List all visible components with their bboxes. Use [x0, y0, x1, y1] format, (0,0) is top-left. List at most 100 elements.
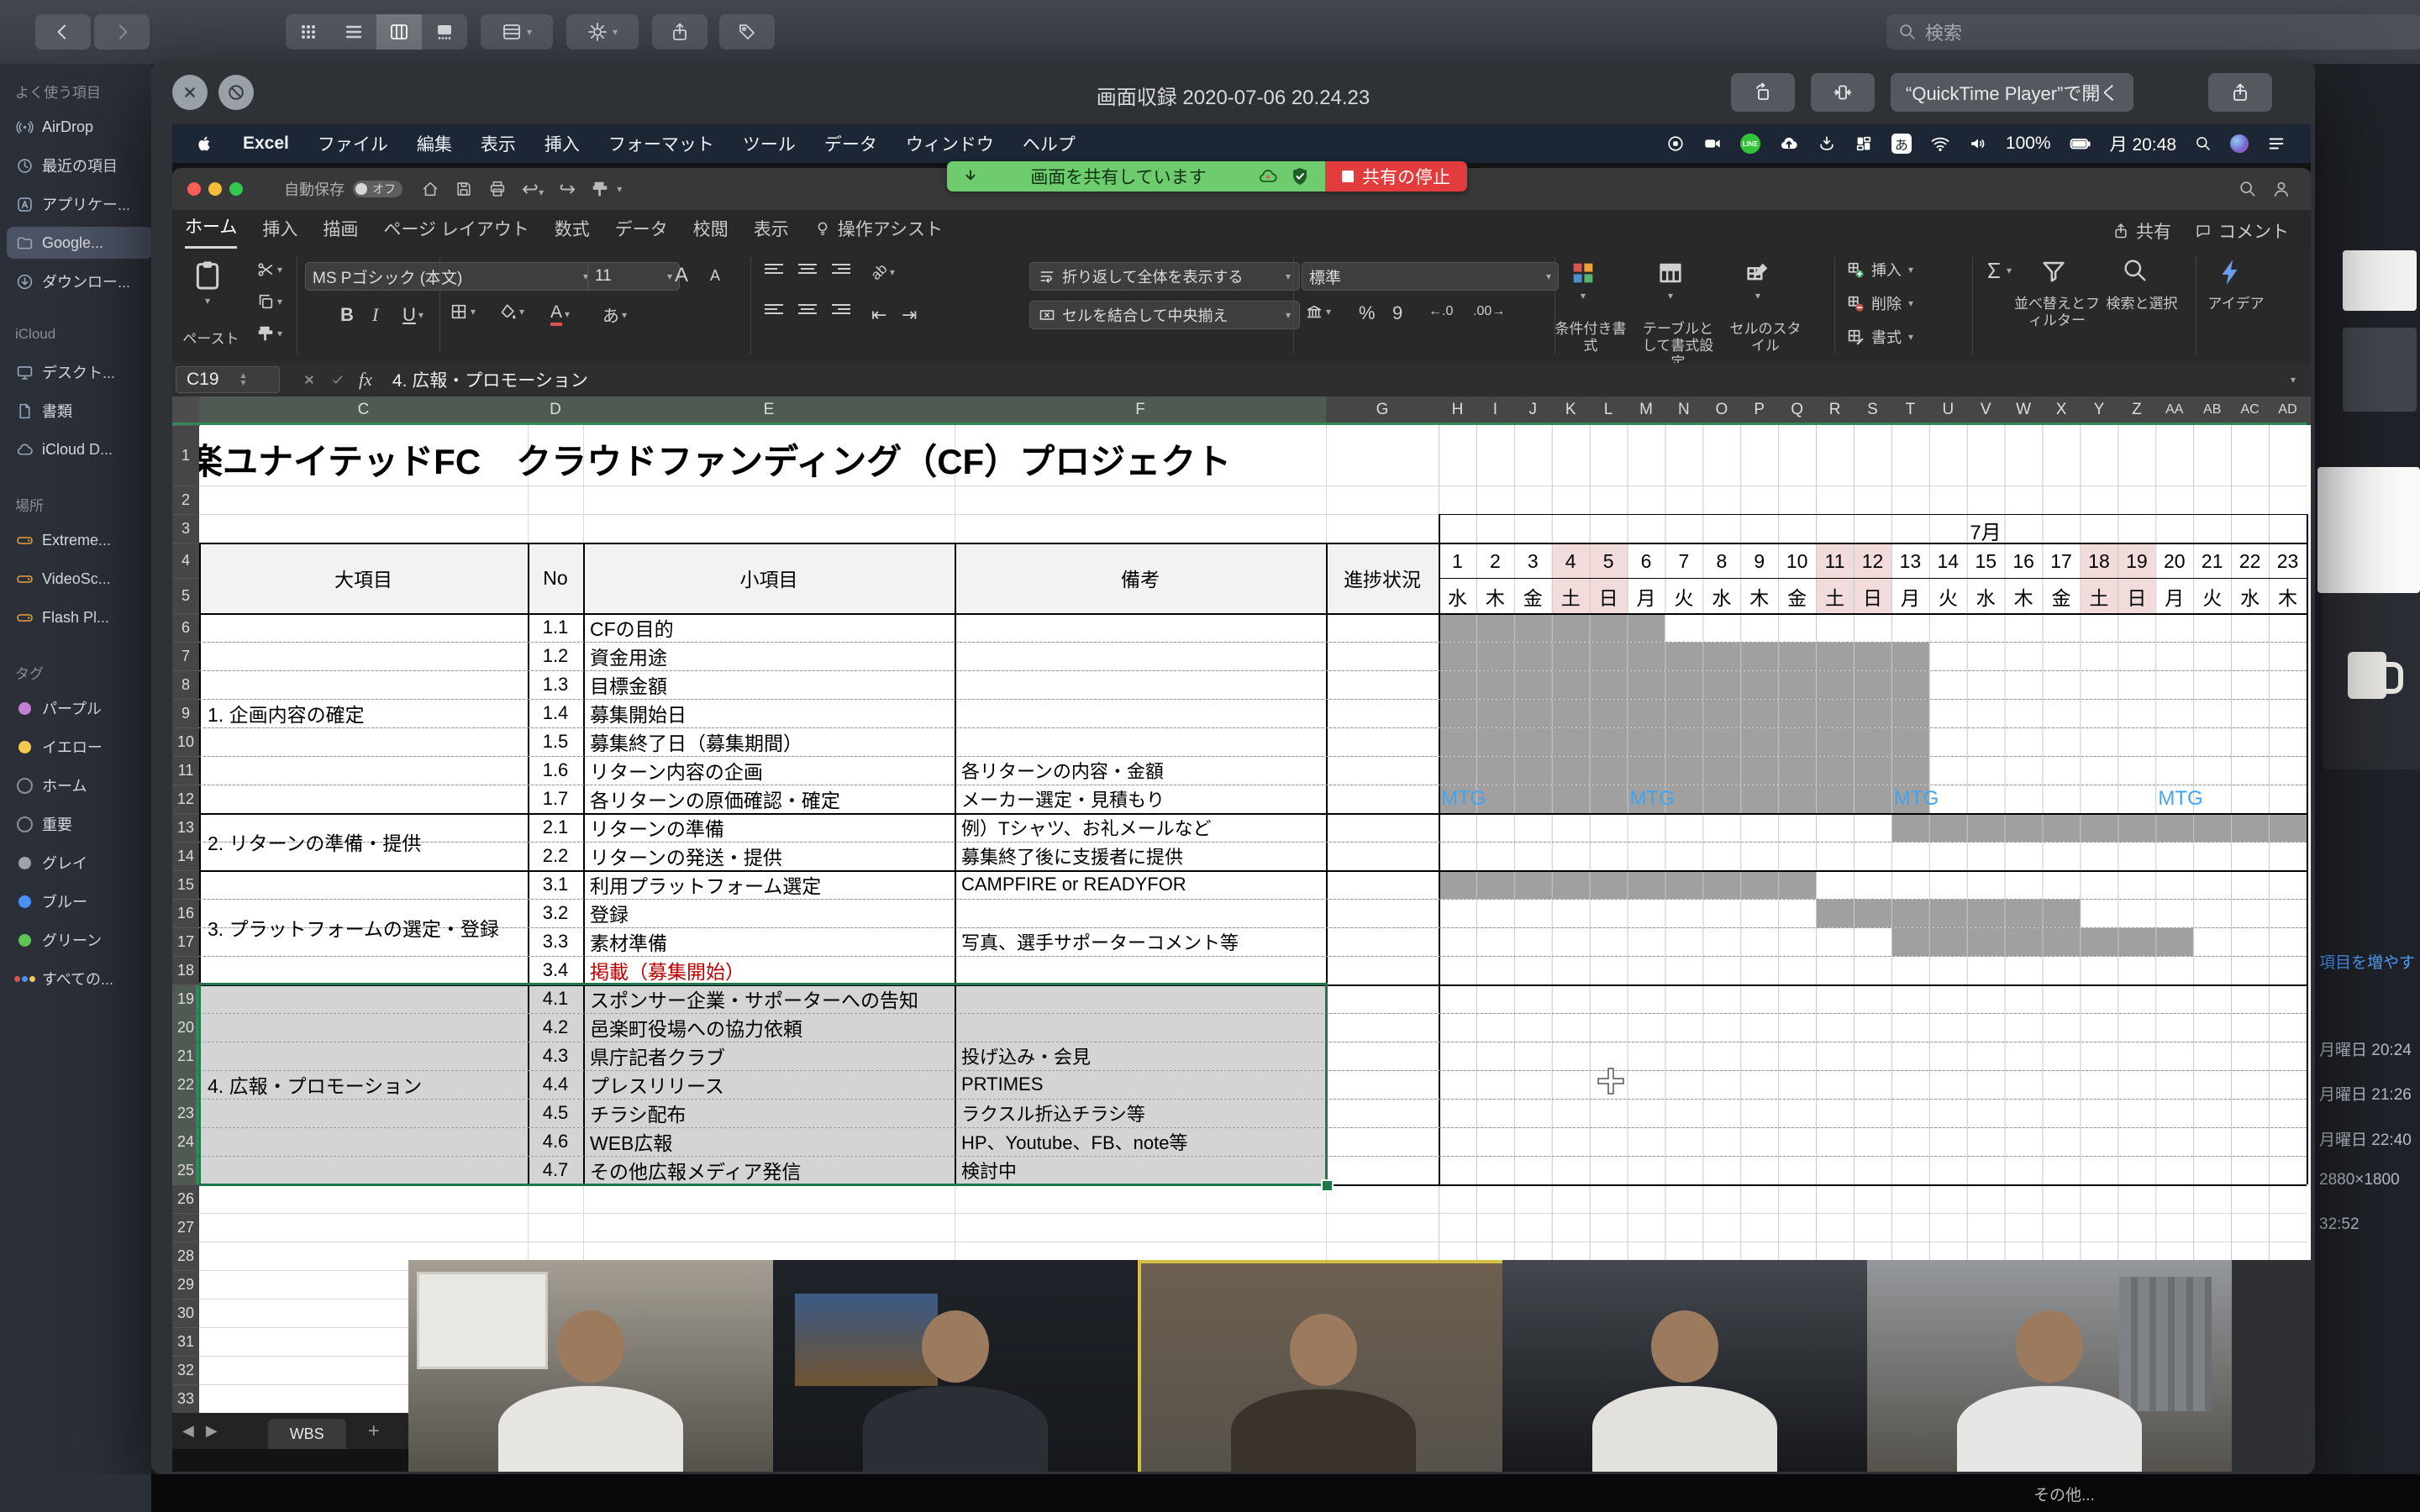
- header-cell-大項目[interactable]: 大項目: [199, 543, 528, 613]
- ribbon-tab-校閲[interactable]: 校閲: [693, 216, 729, 249]
- cloud-upload-icon[interactable]: [1779, 134, 1799, 154]
- row-header-27[interactable]: 27: [172, 1213, 199, 1242]
- sidebar-item-tag[interactable]: アプリケー...: [0, 188, 166, 220]
- print-icon[interactable]: [488, 180, 507, 198]
- day-number-cell[interactable]: 14: [1929, 544, 1967, 578]
- day-number-cell[interactable]: 8: [1702, 544, 1740, 578]
- view-columns-button[interactable]: [376, 14, 422, 50]
- account-icon[interactable]: [2272, 180, 2291, 198]
- weekday-cell[interactable]: 土: [2081, 580, 2118, 613]
- row-header-31[interactable]: 31: [172, 1327, 199, 1357]
- task-note-cell[interactable]: 検討中: [961, 1156, 1324, 1184]
- weekday-cell[interactable]: 木: [1740, 580, 1778, 613]
- day-number-cell[interactable]: 18: [2081, 544, 2118, 578]
- weekday-cell[interactable]: 木: [1476, 580, 1514, 613]
- record-stop-icon[interactable]: [1666, 134, 1685, 153]
- task-no-cell[interactable]: 1.5: [528, 727, 583, 756]
- ideas-button[interactable]: [2216, 257, 2246, 287]
- task-note-cell[interactable]: ラクスル折込チラシ等: [961, 1099, 1324, 1127]
- volume-icon[interactable]: [1969, 134, 1987, 153]
- formula-bar-expand-icon[interactable]: ▾: [2291, 374, 2296, 386]
- menu-item[interactable]: 表示: [481, 131, 516, 156]
- weekday-cell[interactable]: 日: [1590, 580, 1628, 613]
- row-header-2[interactable]: 2: [172, 486, 199, 515]
- day-number-cell[interactable]: 17: [2043, 544, 2081, 578]
- view-icons-button[interactable]: [286, 14, 331, 50]
- column-header-D[interactable]: D: [530, 396, 581, 423]
- ribbon-tab-ページ レイアウト[interactable]: ページ レイアウト: [383, 216, 529, 249]
- cell-styles-button[interactable]: ▾: [1744, 259, 1772, 302]
- video-participant-4[interactable]: [1502, 1260, 1867, 1472]
- row-header-32[interactable]: 32: [172, 1356, 199, 1385]
- sidebar-item-tag[interactable]: すべての...: [0, 963, 166, 995]
- decrease-decimal-icon[interactable]: .00→: [1473, 304, 1505, 319]
- task-no-cell[interactable]: 4.3: [528, 1042, 583, 1070]
- bold-button[interactable]: B: [340, 304, 354, 326]
- open-with-quicktime-button[interactable]: “QuickTime Player”で開く: [1891, 73, 2133, 112]
- action-menu-button[interactable]: ▾: [566, 14, 639, 50]
- line-app-icon[interactable]: LINE: [1740, 134, 1760, 154]
- row-header-6[interactable]: 6: [172, 613, 199, 643]
- sidebar-item-tag[interactable]: 最近の項目: [0, 150, 166, 181]
- row-header-17[interactable]: 17: [172, 927, 199, 957]
- day-number-cell[interactable]: 7: [1665, 544, 1702, 578]
- prev-sheet-icon[interactable]: ◀: [182, 1422, 194, 1440]
- next-sheet-icon[interactable]: ▶: [206, 1422, 218, 1440]
- row-header-33[interactable]: 33: [172, 1384, 199, 1413]
- weekday-cell[interactable]: 火: [2193, 580, 2231, 613]
- merge-center-button[interactable]: セルを結合して中央揃え▾: [1029, 301, 1300, 329]
- align-bottom-icon[interactable]: [832, 264, 850, 274]
- task-note-cell[interactable]: メーカー選定・見積もり: [961, 785, 1324, 813]
- weekday-cell[interactable]: 月: [1628, 580, 1665, 613]
- more-button[interactable]: その他...: [2033, 1483, 2095, 1505]
- paste-button[interactable]: ▾: [191, 259, 224, 307]
- task-no-cell[interactable]: 4.6: [528, 1127, 583, 1156]
- row-header-26[interactable]: 26: [172, 1184, 199, 1214]
- weekday-cell[interactable]: 金: [1778, 580, 1816, 613]
- menu-item[interactable]: ファイル: [318, 131, 388, 156]
- day-number-cell[interactable]: 3: [1514, 544, 1552, 578]
- select-all-corner[interactable]: [172, 396, 200, 426]
- row-header-24[interactable]: 24: [172, 1127, 199, 1157]
- sidebar-item-tag[interactable]: ブルー: [0, 885, 166, 917]
- sheet-title-cell[interactable]: 楽ユナイテッドFC クラウドファンディング（CF）プロジェクト: [199, 425, 2132, 486]
- task-item-cell[interactable]: リターンの準備: [590, 813, 953, 842]
- task-note-cell[interactable]: 投げ込み・会見: [961, 1042, 1324, 1070]
- weekday-cell[interactable]: 土: [1816, 580, 1854, 613]
- task-item-cell[interactable]: 県庁記者クラブ: [590, 1042, 953, 1070]
- find-select-button[interactable]: [2122, 257, 2149, 284]
- view-gallery-button[interactable]: [422, 14, 467, 50]
- row-header-23[interactable]: 23: [172, 1099, 199, 1128]
- sidebar-item-tag[interactable]: グレイ: [0, 847, 166, 879]
- header-cell-備考[interactable]: 備考: [955, 543, 1326, 613]
- currency-format-icon[interactable]: ▾: [1305, 302, 1331, 321]
- row-header-25[interactable]: 25: [172, 1156, 199, 1185]
- fill-color-icon[interactable]: ▾: [498, 302, 524, 321]
- menu-item[interactable]: ウィンドウ: [906, 131, 994, 156]
- task-item-cell[interactable]: リターンの発送・提供: [590, 842, 953, 870]
- day-number-cell[interactable]: 13: [1891, 544, 1929, 578]
- close-traffic-light[interactable]: [187, 182, 201, 196]
- section-label-cell[interactable]: 2. リターンの準備・提供: [208, 813, 526, 870]
- sidebar-item-iCloudD[interactable]: iCloud D...: [0, 433, 166, 465]
- camera-icon[interactable]: [1703, 134, 1722, 153]
- font-size-select[interactable]: 11▾: [587, 262, 680, 291]
- video-participant-3[interactable]: [1138, 1260, 1509, 1472]
- task-no-cell[interactable]: 1.7: [528, 785, 583, 813]
- menu-item[interactable]: 挿入: [544, 131, 580, 156]
- number-format-select[interactable]: 標準▾: [1302, 262, 1559, 291]
- sidebar-item-tag[interactable]: ダウンロー...: [0, 265, 166, 297]
- ribbon-tab-描画[interactable]: 描画: [323, 216, 358, 249]
- column-header-G[interactable]: G: [1357, 396, 1407, 423]
- task-item-cell[interactable]: CFの目的: [590, 613, 953, 642]
- row-header-8[interactable]: 8: [172, 670, 199, 700]
- sheet-tab-wbs[interactable]: WBS: [268, 1419, 346, 1449]
- format-as-table-button[interactable]: ▾: [1656, 259, 1685, 302]
- sidebar-item-tag[interactable]: デスクト...: [0, 356, 166, 388]
- section-label-cell[interactable]: 3. プラットフォームの選定・登録: [208, 870, 526, 984]
- spotlight-icon[interactable]: [2195, 135, 2212, 152]
- align-left-icon[interactable]: [765, 304, 783, 314]
- row-header-16[interactable]: 16: [172, 899, 199, 928]
- cells-insert-button[interactable]: 挿入▾: [1846, 259, 1913, 281]
- task-no-cell[interactable]: 3.2: [528, 899, 583, 927]
